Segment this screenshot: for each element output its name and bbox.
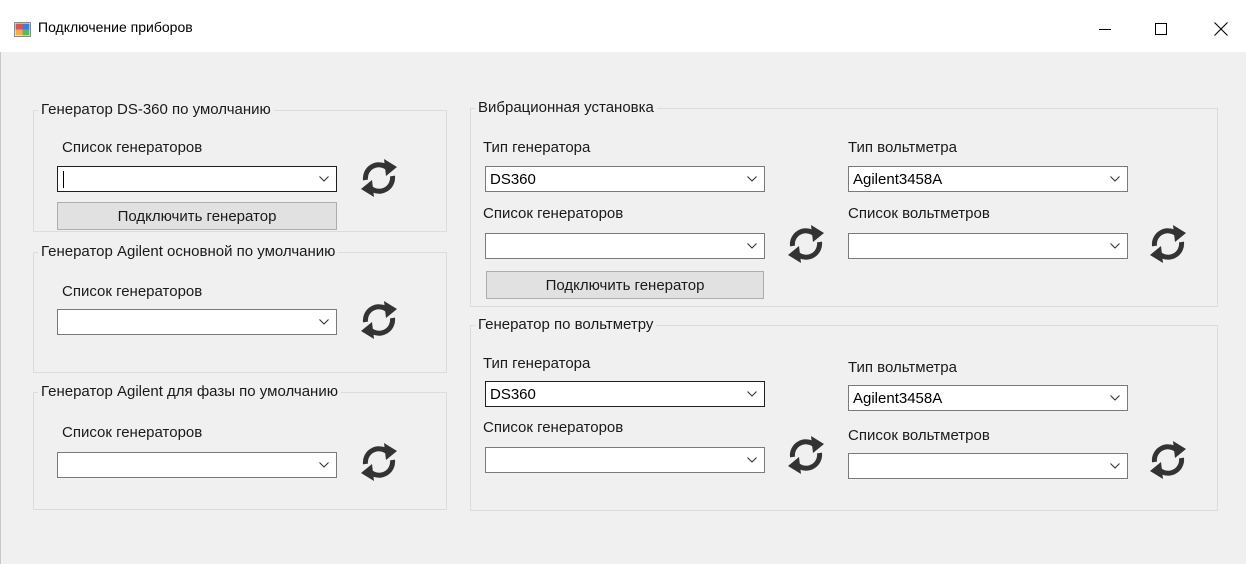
- chevron-down-icon: [1110, 463, 1120, 469]
- voltmeter-list-label: Список вольтметров: [848, 427, 990, 444]
- chevron-down-icon: [319, 319, 329, 325]
- combobox-value: DS360: [490, 171, 536, 188]
- refresh-icon: [361, 301, 397, 339]
- minimize-icon: [1099, 29, 1111, 30]
- window-title: Подключение приборов: [38, 19, 193, 35]
- refresh-icon: [788, 436, 824, 474]
- chevron-down-icon: [747, 176, 757, 182]
- refresh-icon: [361, 159, 397, 197]
- refresh-icon: [361, 443, 397, 481]
- generator-list-combobox[interactable]: [57, 309, 337, 335]
- close-icon: [1214, 22, 1228, 36]
- generator-type-label: Тип генератора: [483, 139, 591, 156]
- group-legend: Генератор DS-360 по умолчанию: [41, 101, 271, 118]
- chevron-down-icon: [747, 391, 757, 397]
- refresh-button[interactable]: [353, 296, 405, 344]
- close-button[interactable]: [1198, 12, 1244, 46]
- refresh-button[interactable]: [1142, 220, 1194, 268]
- generator-list-label: Список генераторов: [483, 205, 624, 222]
- chevron-down-icon: [319, 176, 329, 182]
- text-caret: [63, 171, 64, 188]
- combobox-value: Agilent3458A: [853, 390, 943, 407]
- generator-list-combobox[interactable]: [57, 166, 337, 192]
- group-legend: Вибрационная установка: [478, 99, 654, 116]
- group-legend: Генератор Agilent основной по умолчанию: [41, 243, 336, 260]
- generator-type-combobox[interactable]: DS360: [485, 381, 765, 407]
- refresh-button[interactable]: [353, 438, 405, 486]
- generator-list-combobox[interactable]: [485, 233, 765, 259]
- refresh-icon: [788, 225, 824, 263]
- voltmeter-list-label: Список вольтметров: [848, 205, 990, 222]
- window: Подключение приборов Генератор DS-360 по…: [0, 0, 1246, 564]
- chevron-down-icon: [1110, 176, 1120, 182]
- group-legend: Генератор Agilent для фазы по умолчанию: [41, 383, 338, 400]
- voltmeter-type-label: Тип вольтметра: [848, 359, 957, 376]
- connect-generator-button[interactable]: Подключить генератор: [57, 202, 337, 230]
- chevron-down-icon: [1110, 395, 1120, 401]
- combobox-value: DS360: [490, 386, 536, 403]
- chevron-down-icon: [319, 462, 329, 468]
- refresh-button[interactable]: [780, 220, 832, 268]
- generator-list-label: Список генераторов: [62, 283, 203, 300]
- refresh-button[interactable]: [1142, 436, 1194, 484]
- generator-list-label: Список генераторов: [62, 139, 203, 156]
- generator-type-combobox[interactable]: DS360: [485, 166, 765, 192]
- generator-type-label: Тип генератора: [483, 355, 591, 372]
- window-border: [0, 52, 1, 564]
- generator-list-label: Список генераторов: [62, 424, 203, 441]
- maximize-button[interactable]: [1138, 12, 1184, 46]
- refresh-button[interactable]: [353, 154, 405, 202]
- refresh-button[interactable]: [780, 431, 832, 479]
- generator-list-combobox[interactable]: [57, 452, 337, 478]
- title-bar[interactable]: Подключение приборов: [0, 0, 1246, 52]
- voltmeter-list-combobox[interactable]: [848, 233, 1128, 259]
- chevron-down-icon: [747, 457, 757, 463]
- chevron-down-icon: [747, 243, 757, 249]
- maximize-icon: [1155, 23, 1167, 35]
- group-legend: Генератор по вольтметру: [478, 316, 654, 333]
- combobox-value: Agilent3458A: [853, 171, 943, 188]
- minimize-button[interactable]: [1082, 12, 1128, 46]
- generator-list-label: Список генераторов: [483, 419, 624, 436]
- voltmeter-type-combobox[interactable]: Agilent3458A: [848, 166, 1128, 192]
- connect-generator-button[interactable]: Подключить генератор: [486, 271, 764, 299]
- voltmeter-type-label: Тип вольтметра: [848, 139, 957, 156]
- chevron-down-icon: [1110, 243, 1120, 249]
- voltmeter-type-combobox[interactable]: Agilent3458A: [848, 385, 1128, 411]
- group-generator-by-voltmeter: Генератор по вольтметру: [470, 317, 1218, 511]
- refresh-icon: [1150, 225, 1186, 263]
- generator-list-combobox[interactable]: [485, 447, 765, 473]
- refresh-icon: [1150, 441, 1186, 479]
- app-icon: [14, 22, 31, 37]
- voltmeter-list-combobox[interactable]: [848, 453, 1128, 479]
